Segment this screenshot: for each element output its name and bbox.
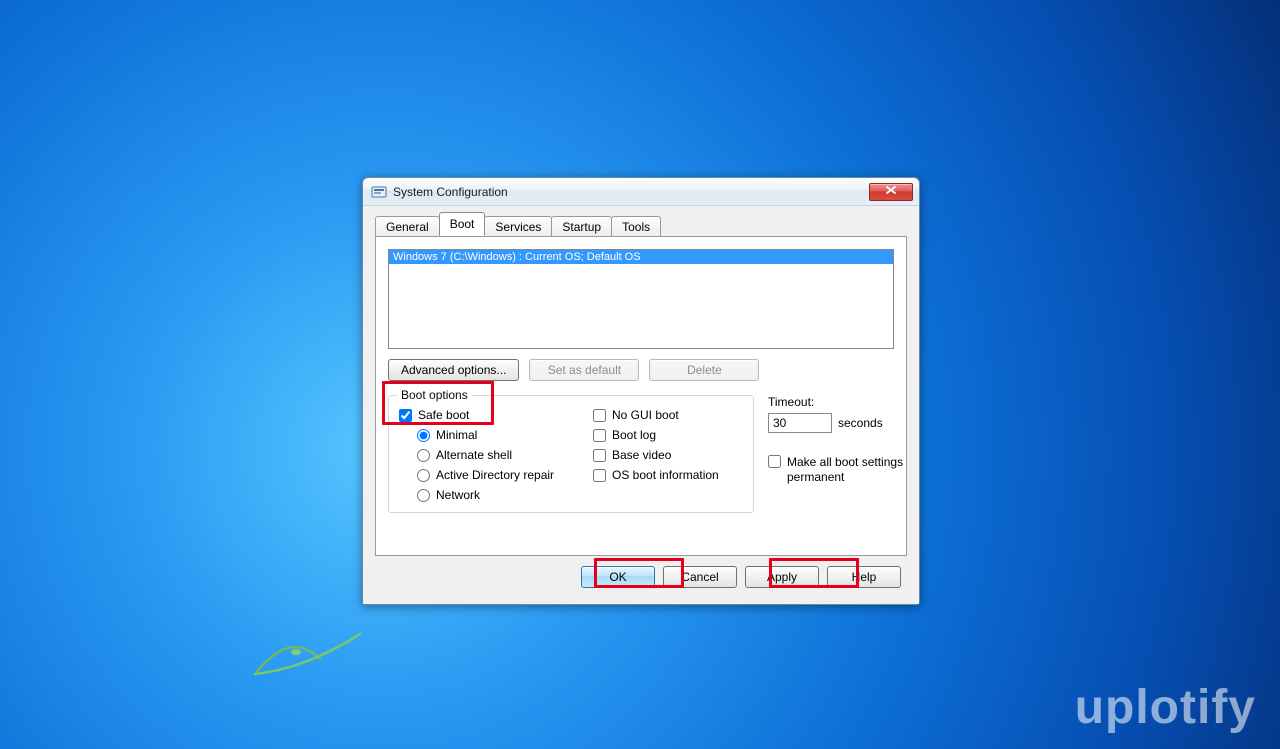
safe-mode-network-radio[interactable]: Network bbox=[417, 488, 579, 502]
dialog-footer: OK Cancel Apply Help bbox=[375, 556, 907, 592]
timeout-unit: seconds bbox=[838, 416, 883, 430]
make-permanent-label: Make all boot settings permanent bbox=[787, 455, 938, 485]
app-icon bbox=[371, 184, 387, 200]
osbootinfo-label: OS boot information bbox=[612, 468, 719, 482]
boot-tab-panel: Windows 7 (C:\Windows) : Current OS; Def… bbox=[375, 236, 907, 556]
bootlog-label: Boot log bbox=[612, 428, 656, 442]
decorative-plant bbox=[250, 619, 370, 679]
timeout-label: Timeout: bbox=[768, 395, 938, 409]
boot-log-checkbox[interactable]: Boot log bbox=[593, 428, 743, 442]
tab-services[interactable]: Services bbox=[484, 216, 552, 237]
os-boot-info-checkbox[interactable]: OS boot information bbox=[593, 468, 743, 482]
boot-entry[interactable]: Windows 7 (C:\Windows) : Current OS; Def… bbox=[389, 250, 893, 264]
close-button[interactable] bbox=[869, 183, 913, 201]
boot-options-label: Boot options bbox=[397, 388, 472, 402]
base-video-checkbox[interactable]: Base video bbox=[593, 448, 743, 462]
altshell-label: Alternate shell bbox=[436, 448, 512, 462]
tab-startup[interactable]: Startup bbox=[551, 216, 612, 237]
boot-entries-listbox[interactable]: Windows 7 (C:\Windows) : Current OS; Def… bbox=[388, 249, 894, 349]
window-title: System Configuration bbox=[393, 185, 508, 199]
safe-mode-adrepair-radio[interactable]: Active Directory repair bbox=[417, 468, 579, 482]
network-label: Network bbox=[436, 488, 480, 502]
cancel-button[interactable]: Cancel bbox=[663, 566, 737, 588]
safe-mode-minimal-radio[interactable]: Minimal bbox=[417, 428, 579, 442]
titlebar[interactable]: System Configuration bbox=[363, 178, 919, 206]
adrepair-label: Active Directory repair bbox=[436, 468, 554, 482]
tab-boot[interactable]: Boot bbox=[439, 212, 486, 236]
make-permanent-checkbox[interactable]: Make all boot settings permanent bbox=[768, 455, 938, 485]
no-gui-label: No GUI boot bbox=[612, 408, 679, 422]
tab-tools[interactable]: Tools bbox=[611, 216, 661, 237]
basevideo-label: Base video bbox=[612, 448, 671, 462]
ok-button[interactable]: OK bbox=[581, 566, 655, 588]
watermark: uplotify bbox=[1075, 680, 1256, 735]
tab-general[interactable]: General bbox=[375, 216, 440, 237]
safe-mode-altshell-radio[interactable]: Alternate shell bbox=[417, 448, 579, 462]
help-button[interactable]: Help bbox=[827, 566, 901, 588]
apply-button[interactable]: Apply bbox=[745, 566, 819, 588]
timeout-input[interactable] bbox=[768, 413, 832, 433]
close-icon bbox=[886, 186, 896, 197]
delete-button: Delete bbox=[649, 359, 759, 381]
safe-boot-checkbox[interactable]: Safe boot bbox=[399, 408, 579, 422]
no-gui-boot-checkbox[interactable]: No GUI boot bbox=[593, 408, 743, 422]
safe-boot-label: Safe boot bbox=[418, 408, 469, 422]
msconfig-window: System Configuration General Boot Servic… bbox=[362, 177, 920, 605]
set-as-default-button: Set as default bbox=[529, 359, 639, 381]
boot-options-group: Boot options Safe boot Minimal bbox=[388, 395, 754, 513]
tabstrip: General Boot Services Startup Tools bbox=[375, 214, 907, 236]
timeout-group: Timeout: seconds Make all boot settings … bbox=[762, 395, 938, 513]
minimal-label: Minimal bbox=[436, 428, 477, 442]
advanced-options-button[interactable]: Advanced options... bbox=[388, 359, 519, 381]
